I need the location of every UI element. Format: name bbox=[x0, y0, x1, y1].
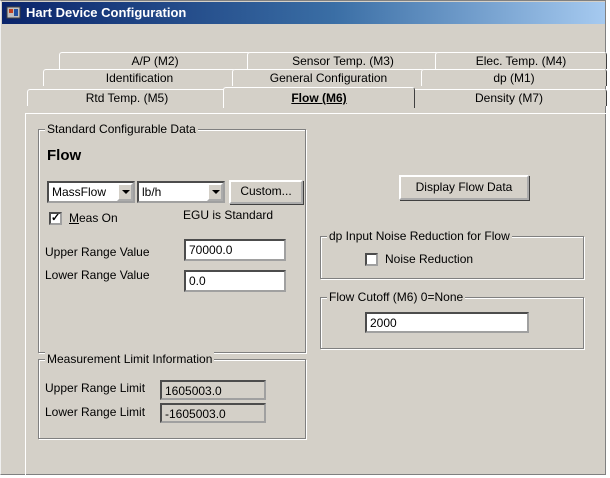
egu-status-text: EGU is Standard bbox=[183, 208, 274, 222]
tab-identification[interactable]: Identification bbox=[43, 69, 236, 86]
meas-on-checkbox[interactable]: ✓ bbox=[49, 212, 62, 225]
check-icon: ✓ bbox=[51, 212, 61, 224]
unit-select[interactable]: lb/h bbox=[137, 181, 225, 203]
flow-heading: Flow bbox=[47, 147, 82, 164]
tab-flow-m6[interactable]: Flow (M6) bbox=[223, 87, 415, 108]
app-icon bbox=[6, 6, 21, 19]
tab-ap-m2[interactable]: A/P (M2) bbox=[59, 52, 251, 69]
lower-range-limit-label: Lower Range Limit bbox=[45, 405, 146, 419]
flow-cutoff-input[interactable]: 2000 bbox=[365, 312, 529, 333]
lower-range-limit-field: -1605003.0 bbox=[160, 403, 266, 423]
lower-range-value-input[interactable]: 0.0 bbox=[184, 270, 286, 292]
measurement-limit-legend: Measurement Limit Information bbox=[45, 352, 215, 366]
tab-general-configuration[interactable]: General Configuration bbox=[232, 69, 425, 86]
upper-range-value-label: Upper Range Value bbox=[45, 245, 150, 259]
upper-range-limit-label: Upper Range Limit bbox=[45, 381, 146, 395]
flow-tab-panel: Standard Configurable Data Flow MassFlow… bbox=[25, 113, 609, 476]
title-bar: Hart Device Configuration bbox=[2, 2, 605, 24]
flow-cutoff-legend: Flow Cutoff (M6) 0=None bbox=[327, 290, 466, 304]
window-title: Hart Device Configuration bbox=[26, 5, 187, 20]
upper-range-value-input[interactable]: 70000.0 bbox=[184, 239, 286, 261]
meas-on-label: Meas On bbox=[69, 211, 118, 225]
custom-button[interactable]: Custom... bbox=[229, 180, 303, 204]
tab-sensor-temp-m3[interactable]: Sensor Temp. (M3) bbox=[247, 52, 439, 69]
tab-density-m7[interactable]: Density (M7) bbox=[411, 89, 607, 106]
tab-dp-m1[interactable]: dp (M1) bbox=[421, 69, 607, 86]
noise-reduction-checkbox[interactable] bbox=[365, 253, 378, 266]
upper-range-limit-field: 1605003.0 bbox=[160, 380, 266, 400]
tab-rtd-temp-m5[interactable]: Rtd Temp. (M5) bbox=[27, 89, 227, 106]
noise-reduction-legend: dp Input Noise Reduction for Flow bbox=[327, 229, 512, 243]
flow-cutoff-group: Flow Cutoff (M6) 0=None 2000 bbox=[320, 290, 584, 349]
chevron-down-icon[interactable] bbox=[207, 183, 223, 201]
standard-config-group: Standard Configurable Data Flow MassFlow… bbox=[38, 122, 306, 353]
noise-reduction-group: dp Input Noise Reduction for Flow Noise … bbox=[320, 229, 584, 279]
display-flow-data-button[interactable]: Display Flow Data bbox=[399, 175, 529, 200]
variable-select[interactable]: MassFlow bbox=[47, 181, 135, 203]
chevron-down-icon[interactable] bbox=[117, 183, 133, 201]
hart-config-window: Hart Device Configuration A/P (M2) Senso… bbox=[0, 0, 609, 476]
measurement-limit-group: Measurement Limit Information Upper Rang… bbox=[38, 352, 306, 439]
standard-config-legend: Standard Configurable Data bbox=[45, 122, 198, 136]
tab-elec-temp-m4[interactable]: Elec. Temp. (M4) bbox=[435, 52, 607, 69]
noise-reduction-label: Noise Reduction bbox=[385, 252, 474, 266]
lower-range-value-label: Lower Range Value bbox=[45, 268, 150, 282]
